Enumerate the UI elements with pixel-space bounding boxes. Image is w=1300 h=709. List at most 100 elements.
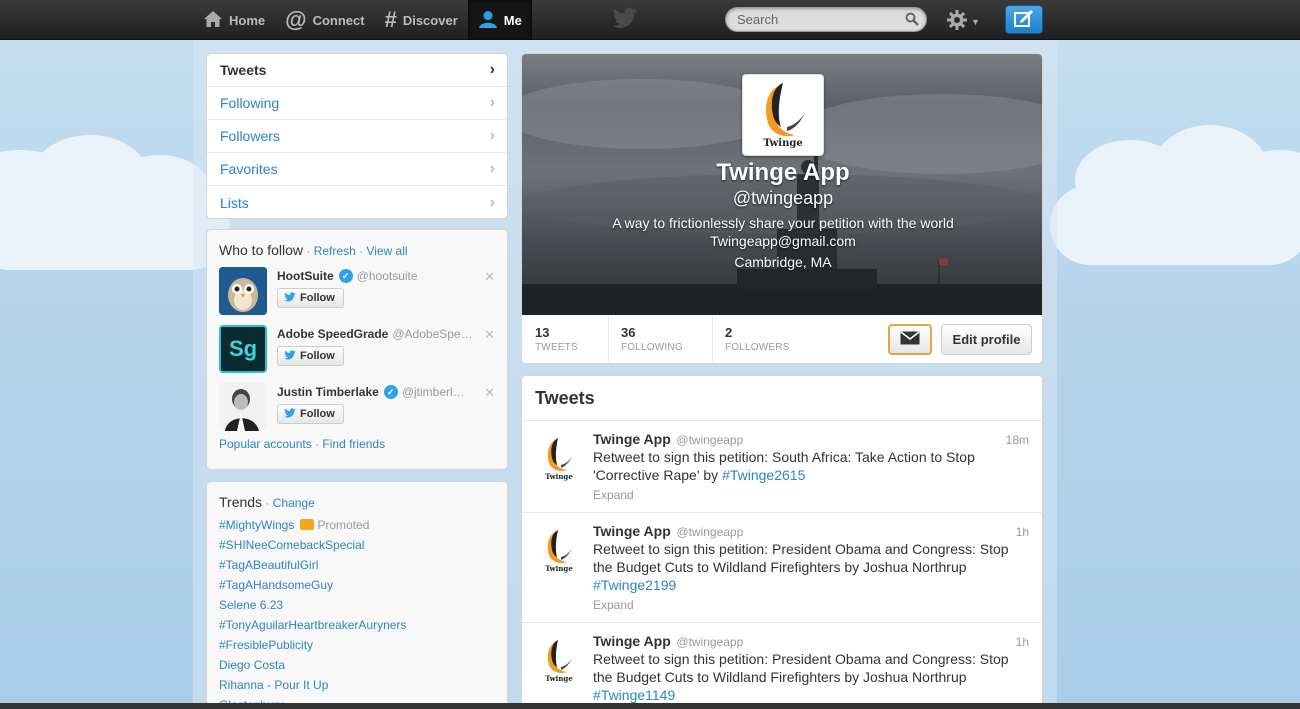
tweet-item[interactable]: Twinge Twinge App @twingeapp 1h Retweet … [522,623,1042,705]
twitter-bird-icon [284,407,296,421]
stat-number: 13 [535,325,550,340]
dismiss-icon[interactable]: ✕ [484,327,495,343]
nav-home[interactable]: Home [193,0,275,40]
trend-item[interactable]: Diego Costa [207,655,507,675]
tweet-author-handle: @twingeapp [676,433,744,447]
avatar[interactable] [219,267,267,315]
avatar[interactable] [219,383,267,431]
tweet-avatar[interactable]: Twinge [535,433,583,481]
avatar-text: Sg [228,336,258,361]
settings-menu[interactable]: ▼ [946,9,980,34]
svg-text:Twinge: Twinge [545,674,573,683]
nav-me-label: Me [503,12,522,28]
suggestion-name-row: Justin Timberlake ✓ @jtimberl… [277,383,507,399]
compose-tweet-button[interactable] [1005,5,1043,34]
nav-connect[interactable]: @ Connect [275,0,374,40]
trend-label[interactable]: #MightyWings [219,518,294,532]
trend-item[interactable]: #SHINeeComebackSpecial [207,535,507,555]
follow-label: Follow [300,350,335,362]
trend-item[interactable]: Selene 6.23 [207,595,507,615]
profile-email: Twingeapp@gmail.com [710,233,856,249]
suggestion-item: Sg Adobe SpeedGrade @AdobeSpe… Follow ✕ [207,325,507,383]
tweet-timestamp[interactable]: 1h [1016,635,1029,649]
trend-item[interactable]: #TagABeautifulGirl [207,555,507,575]
svg-text:Twinge: Twinge [545,472,573,481]
chevron-right-icon: › [489,94,495,111]
nav-home-label: Home [229,12,266,28]
follow-button[interactable]: Follow [277,288,344,308]
follow-button[interactable]: Follow [277,346,344,366]
edit-profile-button[interactable]: Edit profile [941,324,1032,355]
follow-label: Follow [300,292,335,304]
hashtag-link[interactable]: #Twinge1149 [593,687,675,703]
refresh-link[interactable]: Refresh [314,244,356,258]
tweet-author-name[interactable]: Twinge App [593,633,671,649]
global-nav: Home @ Connect # Discover Me [193,0,532,40]
suggestion-name[interactable]: Adobe SpeedGrade [277,327,388,341]
tweet-timestamp[interactable]: 18m [1006,433,1029,447]
verified-icon: ✓ [338,269,353,283]
nav-me[interactable]: Me [467,0,532,40]
suggestion-name[interactable]: HootSuite [277,269,334,283]
profile-bio-text: A way to frictionlessly share your petit… [612,215,954,231]
tweet-timestamp[interactable]: 1h [1016,525,1029,539]
tweet-text: Retweet to sign this petition: President… [593,650,1029,704]
person-icon [478,10,498,31]
trend-item[interactable]: #MightyWings Promoted [207,515,507,535]
nav-discover[interactable]: # Discover [375,0,468,40]
profile-nav-label: Tweets [220,62,267,78]
trend-item[interactable]: Rihanna - Pour It Up [207,675,507,695]
stat-following[interactable]: 36 FOLLOWING [621,325,683,353]
view-all-link[interactable]: View all [366,244,407,258]
change-trends-link[interactable]: Change [273,496,315,510]
profile-nav-label: Favorites [220,161,278,177]
tweet-author-name[interactable]: Twinge App [593,431,671,447]
separator: · [355,244,367,258]
stat-number: 36 [621,325,636,340]
profile-header-image: Twinge Twinge App @twingeapp A way to fr… [522,54,1042,315]
separator: · [262,496,273,510]
tweet-text: Retweet to sign this petition: President… [593,540,1029,594]
follow-label: Follow [300,408,335,420]
who-to-follow-header: Who to follow · Refresh · View all [207,230,507,258]
trend-item[interactable]: #FresiblePublicity [207,635,507,655]
stat-followers[interactable]: 2 FOLLOWERS [725,325,790,353]
compose-icon [1013,8,1035,31]
hashtag-link[interactable]: #Twinge2615 [722,467,805,483]
profile-nav-label: Lists [220,194,249,211]
hashtag-link[interactable]: #Twinge2199 [593,577,676,593]
tweets-stream: Tweets Twinge Twinge App @twingeapp 18m … [521,375,1043,709]
tweet-item[interactable]: Twinge Twinge App @twingeapp 1h Retweet … [522,513,1042,623]
tweet-avatar[interactable]: Twinge [535,635,583,683]
trend-item[interactable]: #TonyAguilarHeartbreakerAuryners [207,615,507,635]
expand-link[interactable]: Expand [593,598,1029,622]
twitter-bird-icon[interactable] [612,7,638,32]
trend-item[interactable]: #TagAHandsomeGuy [207,575,507,595]
follow-button[interactable]: Follow [277,404,344,424]
profile-nav-tweets[interactable]: Tweets › [207,54,507,87]
suggestion-name-row: HootSuite ✓ @hootsuite [277,267,507,283]
expand-link[interactable]: Expand [593,488,1029,512]
promoted-icon [300,519,315,530]
tweet-item[interactable]: Twinge Twinge App @twingeapp 18m Retweet… [522,421,1042,513]
suggestion-name[interactable]: Justin Timberlake [277,385,379,399]
avatar[interactable]: Sg [219,325,267,373]
at-icon: @ [285,7,307,32]
who-to-follow-title: Who to follow [219,242,304,258]
profile-nav-following[interactable]: Following › [207,87,507,120]
profile-nav-lists[interactable]: Lists › [207,186,507,218]
profile-avatar[interactable]: Twinge [742,74,824,156]
stat-label: FOLLOWING [621,342,683,353]
tweet-avatar[interactable]: Twinge [535,525,583,573]
profile-nav-favorites[interactable]: Favorites › [207,153,507,186]
verified-icon: ✓ [383,385,398,399]
search-icon[interactable] [905,12,919,29]
tweet-author-name[interactable]: Twinge App [593,523,671,539]
stat-tweets[interactable]: 13 TWEETS [535,325,578,353]
direct-message-button[interactable] [888,324,932,355]
dismiss-icon[interactable]: ✕ [484,269,495,285]
dismiss-icon[interactable]: ✕ [484,385,495,401]
search-input[interactable] [726,8,896,31]
envelope-icon [900,331,920,348]
profile-nav-followers[interactable]: Followers › [207,120,507,153]
